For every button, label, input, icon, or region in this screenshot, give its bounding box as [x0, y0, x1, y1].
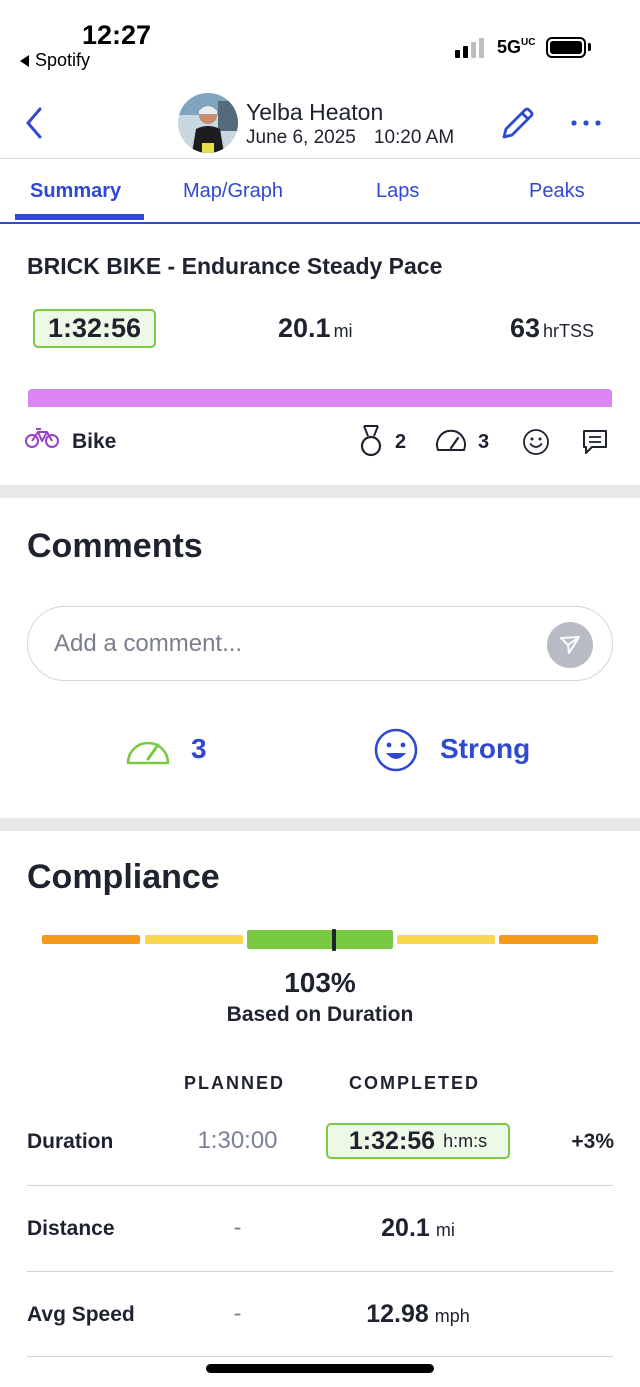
- battery-icon: [546, 37, 586, 58]
- tab-peaks[interactable]: Peaks: [529, 180, 585, 203]
- compliance-percent: 103%: [284, 967, 356, 998]
- workout-distance: 20.1 mi: [278, 313, 353, 343]
- workout-duration: 1:32:56: [33, 309, 156, 348]
- home-indicator: [206, 1364, 434, 1373]
- sport-label: Bike: [72, 430, 117, 453]
- avatar[interactable]: [178, 93, 238, 153]
- active-tab-indicator: [15, 214, 144, 220]
- network-label: 5GUC: [497, 37, 536, 57]
- comment-icon[interactable]: [581, 428, 609, 456]
- comment-input[interactable]: [54, 625, 534, 663]
- rpe-gauge-icon[interactable]: [124, 731, 172, 767]
- medal-count: 2: [395, 431, 407, 453]
- row-completed: 20.1 mi: [381, 1214, 455, 1242]
- back-app-label: Spotify: [35, 50, 91, 70]
- comment-input-container: [27, 606, 613, 681]
- workout-tss: 63 hrTSS: [510, 313, 595, 343]
- signal-strength-icon: [455, 38, 484, 58]
- row-completed: 12.98 mph: [366, 1300, 470, 1328]
- medal-icon[interactable]: [358, 424, 384, 458]
- rpe-count: 3: [478, 431, 490, 453]
- workout-datetime: June 6, 2025 10:20 AM: [246, 127, 454, 149]
- row-label: Duration: [27, 1130, 114, 1153]
- battery-tip: [588, 43, 591, 51]
- rpe-value[interactable]: 3: [191, 733, 207, 765]
- section-divider: [0, 485, 640, 498]
- workout-meta-row: Bike 2 3: [0, 420, 640, 464]
- workout-title: BRICK BIKE - Endurance Steady Pace: [27, 253, 443, 279]
- compliance-basis: Based on Duration: [226, 1003, 414, 1026]
- feeling-value[interactable]: Strong: [440, 733, 530, 765]
- workout-header: Yelba Heaton June 6, 2025 10:20 AM: [0, 85, 640, 159]
- bike-icon: [25, 428, 59, 448]
- status-time: 12:27: [82, 20, 152, 50]
- row-label: Distance: [27, 1217, 115, 1240]
- send-icon: [560, 636, 580, 654]
- compliance-segment-low: [42, 935, 140, 944]
- row-planned: -: [233, 1214, 242, 1241]
- tab-laps[interactable]: Laps: [376, 180, 419, 203]
- row-divider: [27, 1271, 613, 1272]
- rpe-feeling-row: 3 Strong: [0, 725, 640, 775]
- row-completed: 1:32:56 h:m:s: [326, 1123, 510, 1159]
- compliance-marker: [332, 929, 336, 951]
- row-divider: [27, 1185, 613, 1186]
- tab-bar: Summary Map/Graph Laps Peaks: [0, 160, 640, 224]
- row-planned: -: [233, 1300, 242, 1327]
- back-chevron-icon[interactable]: [20, 103, 50, 143]
- section-divider: [0, 818, 640, 831]
- completed-column-header: COMPLETED: [349, 1073, 481, 1093]
- pencil-icon[interactable]: [496, 103, 538, 145]
- tab-map-graph[interactable]: Map/Graph: [183, 180, 283, 203]
- row-delta: +3%: [571, 1130, 614, 1153]
- athlete-name: Yelba Heaton: [246, 99, 384, 125]
- feeling-smile-icon[interactable]: [373, 727, 419, 773]
- tab-summary[interactable]: Summary: [30, 180, 121, 203]
- compliance-segment-target: [247, 930, 393, 949]
- feeling-smile-icon[interactable]: [522, 428, 550, 456]
- planned-column-header: PLANNED: [184, 1073, 286, 1093]
- compliance-row-duration: Duration 1:30:00 1:32:56 h:m:s +3%: [0, 1123, 640, 1209]
- workout-type-color-bar: [28, 389, 612, 407]
- row-divider: [27, 1356, 613, 1357]
- compliance-segment-mid-low: [145, 935, 243, 944]
- more-options-icon[interactable]: [568, 105, 604, 141]
- workout-date: June 6, 2025: [246, 127, 356, 148]
- compliance-bar: [42, 929, 598, 951]
- workout-time: 10:20 AM: [373, 127, 455, 148]
- compliance-segment-mid-high: [397, 935, 495, 944]
- compliance-segment-high: [499, 935, 598, 944]
- back-triangle-icon: [20, 54, 29, 67]
- rpe-gauge-icon[interactable]: [434, 428, 468, 454]
- back-to-app-link[interactable]: Spotify: [20, 50, 90, 71]
- row-label: Avg Speed: [27, 1303, 135, 1326]
- row-planned: 1:30:00: [197, 1127, 278, 1154]
- comments-title: Comments: [27, 527, 203, 565]
- status-bar: 12:27 Spotify 5GUC: [0, 0, 640, 80]
- send-comment-button[interactable]: [547, 622, 593, 668]
- compliance-title: Compliance: [27, 858, 220, 896]
- compliance-row-distance: Distance - 20.1 mi: [0, 1212, 640, 1298]
